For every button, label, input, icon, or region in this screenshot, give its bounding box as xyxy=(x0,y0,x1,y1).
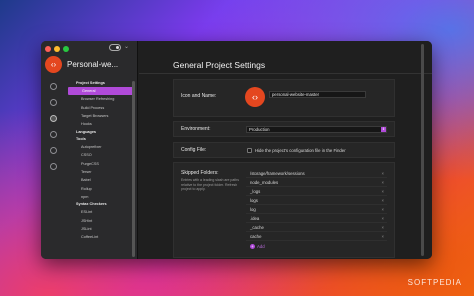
project-switcher[interactable]: ‹› Personal-we... xyxy=(45,56,133,73)
remove-icon[interactable]: × xyxy=(381,223,384,232)
add-folder-label: Add xyxy=(257,243,265,249)
nav-item-purgecss[interactable]: PurgeCSS xyxy=(67,160,135,168)
nav-item-jslint[interactable]: JSLint xyxy=(67,225,135,233)
nav-item-hooks[interactable]: Hooks xyxy=(67,120,135,128)
project-logo-icon: ‹› xyxy=(45,56,62,73)
folder-icon[interactable] xyxy=(50,99,57,106)
list-item[interactable]: logs × xyxy=(246,196,387,205)
sidebar: ⌄ ‹› Personal-we... Project Settings Gen… xyxy=(41,41,138,259)
list-item[interactable]: node_modules × xyxy=(246,178,387,187)
nav-group-tools: Tools xyxy=(76,136,86,141)
app-window: ⌄ ‹› Personal-we... Project Settings Gen… xyxy=(41,41,432,259)
skipped-folders-help: Entries with a leading slash are paths r… xyxy=(181,178,239,191)
environment-select[interactable]: Production ⇕ xyxy=(246,126,387,133)
nav-item-jshint[interactable]: JSHint xyxy=(67,217,135,225)
remove-icon[interactable]: × xyxy=(381,196,384,205)
nav-item-browser-refreshing[interactable]: Browser Refreshing xyxy=(67,95,135,103)
list-item[interactable]: _logs × xyxy=(246,187,387,196)
nav-group-syntax-checkers: Syntax Checkers xyxy=(76,202,107,207)
remove-icon[interactable]: × xyxy=(381,214,384,223)
remove-icon[interactable]: × xyxy=(381,205,384,214)
chevron-updown-icon: ⇕ xyxy=(381,127,386,132)
divider xyxy=(139,73,432,74)
nav-item-rollup[interactable]: Rollup xyxy=(67,185,135,193)
icon-and-name-label: Icon and Name: xyxy=(181,93,217,99)
nav-item-general[interactable]: General xyxy=(68,87,135,96)
settings-icon[interactable] xyxy=(50,115,57,122)
config-file-card: Config File: Hide the project's configur… xyxy=(173,142,395,158)
environment-value: Production xyxy=(249,127,270,132)
project-icon[interactable] xyxy=(50,83,57,90)
nav-item-autoprefixer[interactable]: Autoprefixer xyxy=(67,143,135,151)
remove-icon[interactable]: × xyxy=(381,187,384,196)
sidebar-scrollbar[interactable] xyxy=(132,81,135,257)
nav-item-coffeelint[interactable]: CoffeeLint xyxy=(67,233,135,241)
watermark-text: SOFTPEDIA xyxy=(407,278,462,287)
project-title: Personal-we... xyxy=(67,60,119,69)
project-name-field[interactable]: personal-website-master xyxy=(269,91,366,98)
nav-item-babel[interactable]: Babel xyxy=(67,176,135,184)
hide-config-label: Hide the project's configuration file in… xyxy=(255,148,346,153)
project-icon-picker[interactable]: ‹› xyxy=(245,87,265,107)
list-icon[interactable] xyxy=(50,147,57,154)
list-item[interactable]: .idea × xyxy=(246,214,387,223)
chevron-down-icon[interactable]: ⌄ xyxy=(124,43,129,50)
nav-group-project-settings: Project Settings xyxy=(76,81,105,85)
nav-item-npm[interactable]: npm xyxy=(67,193,135,201)
skipped-folders-list: /storage/framework/sessions × node_module… xyxy=(246,169,387,251)
hide-config-checkbox[interactable] xyxy=(247,148,252,153)
environment-label: Environment: xyxy=(181,126,211,132)
list-item[interactable]: /storage/framework/sessions × xyxy=(246,169,387,178)
main-scrollbar[interactable] xyxy=(421,44,424,256)
list-item[interactable]: cache × xyxy=(246,232,387,241)
main-panel: General Project Settings Icon and Name: … xyxy=(139,41,432,259)
environment-card: Environment: Production ⇕ xyxy=(173,121,395,137)
nav-item-target-browsers[interactable]: Target Browsers xyxy=(67,112,135,120)
sidebar-rail xyxy=(50,83,57,170)
skipped-folders-card: Skipped Folders: Entries with a leading … xyxy=(173,162,395,258)
nav-item-terser[interactable]: Terser xyxy=(67,168,135,176)
icon-and-name-card: Icon and Name: ‹› personal-website-maste… xyxy=(173,79,395,117)
layers-icon[interactable] xyxy=(50,131,57,138)
settings-nav: Project Settings General Browser Refresh… xyxy=(67,80,135,242)
nav-item-build-process[interactable]: Build Process xyxy=(67,104,135,112)
remove-icon[interactable]: × xyxy=(381,178,384,187)
list-item[interactable]: log × xyxy=(246,205,387,214)
config-file-label: Config File: xyxy=(181,147,207,153)
remove-icon[interactable]: × xyxy=(381,232,384,241)
globe-icon[interactable] xyxy=(50,163,57,170)
window-controls xyxy=(45,46,69,52)
remove-icon[interactable]: × xyxy=(381,169,384,178)
toggle-icon[interactable] xyxy=(109,44,121,51)
list-item[interactable]: _cache × xyxy=(246,223,387,232)
zoom-window-button[interactable] xyxy=(63,46,69,52)
minimize-window-button[interactable] xyxy=(54,46,60,52)
close-window-button[interactable] xyxy=(45,46,51,52)
add-folder-button[interactable]: + Add xyxy=(246,241,387,251)
plus-icon: + xyxy=(250,243,255,249)
nav-item-csso[interactable]: CSSO xyxy=(67,151,135,159)
page-title: General Project Settings xyxy=(173,60,266,70)
nav-group-languages[interactable]: Languages xyxy=(67,129,135,136)
skipped-folders-label: Skipped Folders: xyxy=(181,170,219,176)
nav-item-eslint[interactable]: ESLint xyxy=(67,208,135,216)
